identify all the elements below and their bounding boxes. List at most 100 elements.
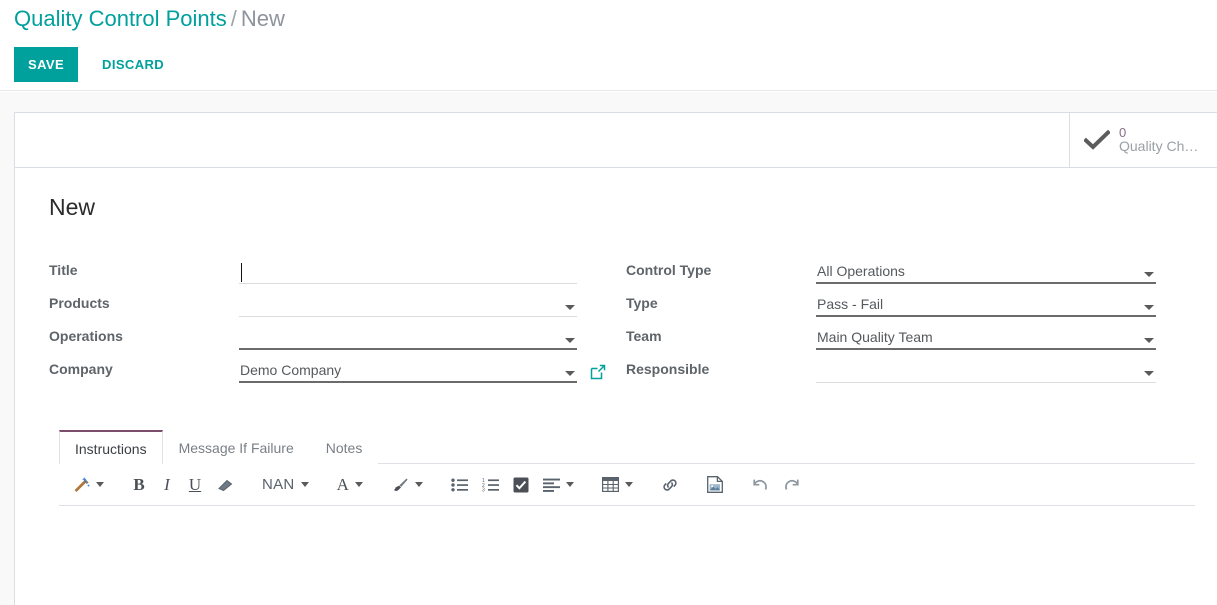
stat-button-quality-checks[interactable]: 0 Quality Ch…	[1069, 113, 1217, 167]
svg-text:3: 3	[482, 487, 485, 491]
chevron-down-icon[interactable]	[1144, 305, 1154, 310]
editor-content-area[interactable]	[59, 506, 1195, 584]
field-control-team: Main Quality Team	[816, 324, 1156, 352]
operations-input[interactable]	[239, 324, 577, 350]
page-title: New	[49, 194, 96, 220]
bold-icon: B	[133, 474, 145, 494]
stat-label: Quality Ch…	[1119, 138, 1199, 155]
team-input[interactable]: Main Quality Team	[816, 324, 1156, 350]
tab-message-if-failure[interactable]: Message If Failure	[162, 430, 310, 464]
breadcrumb-current: New	[240, 6, 285, 31]
form-column-right: Control Type All Operations Type Pass - …	[626, 253, 1195, 385]
chevron-down-icon[interactable]	[565, 305, 575, 310]
field-control-type-value: Pass - Fail	[816, 291, 1156, 319]
odoo-form-view: Quality Control Points / New SAVE DISCARD …	[0, 0, 1217, 605]
discard-button[interactable]: DISCARD	[88, 47, 178, 82]
field-label-type: Type	[626, 295, 658, 311]
company-input[interactable]: Demo Company	[239, 357, 577, 383]
bullet-list-icon	[451, 478, 468, 492]
field-control-operations	[239, 324, 577, 352]
form-grid: Title Products Operations Company Demo C…	[37, 253, 1195, 385]
table-button[interactable]	[596, 470, 639, 500]
italic-button[interactable]: I	[154, 470, 180, 500]
chevron-down-icon[interactable]	[96, 482, 104, 487]
redo-button[interactable]	[777, 470, 807, 500]
align-left-icon	[542, 478, 560, 492]
chevron-down-icon[interactable]	[565, 482, 574, 487]
paint-brush-icon	[391, 477, 409, 493]
chevron-down-icon[interactable]	[1144, 272, 1154, 277]
notebook-tabs: Instructions Message If Failure Notes	[59, 429, 1195, 464]
notebook: Instructions Message If Failure Notes B …	[37, 429, 1195, 584]
underline-button[interactable]: U	[182, 470, 208, 500]
unordered-list-button[interactable]	[445, 470, 474, 500]
stat-value: 0	[1119, 124, 1127, 140]
align-button[interactable]	[537, 470, 580, 500]
numbered-list-icon: 1 2 3	[482, 478, 499, 492]
field-products: Products	[49, 286, 618, 319]
field-control-title	[239, 258, 577, 286]
insert-link-button[interactable]	[655, 470, 685, 500]
field-label-title: Title	[49, 262, 78, 278]
sheet-body: New Title Products Operations Company De…	[15, 168, 1217, 584]
field-operations: Operations	[49, 319, 618, 352]
breadcrumb: Quality Control Points / New	[14, 4, 285, 34]
type-select[interactable]: Pass - Fail	[816, 291, 1156, 317]
undo-icon	[751, 477, 769, 493]
breadcrumb-separator: /	[230, 6, 237, 31]
field-control-type: Control Type All Operations	[626, 253, 1195, 286]
tab-instructions[interactable]: Instructions	[59, 430, 163, 464]
text-cursor	[241, 263, 242, 282]
products-input[interactable]	[239, 291, 577, 317]
save-button[interactable]: SAVE	[14, 47, 79, 82]
field-label-responsible: Responsible	[626, 361, 710, 377]
stat-button-text: 0 Quality Ch…	[1119, 126, 1198, 154]
control-panel: Quality Control Points / New SAVE DISCARD	[0, 0, 1217, 91]
chevron-down-icon[interactable]	[354, 482, 363, 487]
bold-button[interactable]: B	[126, 470, 152, 500]
field-title: Title	[49, 253, 618, 286]
tab-notes[interactable]: Notes	[309, 430, 379, 464]
field-label-team: Team	[626, 328, 662, 344]
chevron-down-icon[interactable]	[565, 338, 575, 343]
undo-button[interactable]	[745, 470, 775, 500]
form-sheet: 0 Quality Ch… New Title Products Operati…	[14, 112, 1217, 605]
chevron-down-icon[interactable]	[565, 371, 575, 376]
control-type-select[interactable]: All Operations	[816, 258, 1156, 284]
chevron-down-icon[interactable]	[1144, 338, 1154, 343]
form-action-buttons: SAVE DISCARD	[14, 47, 178, 82]
html-editor: B I U NAN A 1 2 3	[59, 464, 1195, 584]
field-control-control-type: All Operations	[816, 258, 1156, 286]
field-team: Team Main Quality Team	[626, 319, 1195, 352]
font-size-icon: NAN	[262, 476, 295, 493]
clear-format-button[interactable]	[210, 470, 240, 500]
check-icon	[1084, 130, 1110, 150]
redo-icon	[783, 477, 801, 493]
title-input[interactable]	[239, 258, 577, 284]
external-link-icon[interactable]	[590, 364, 606, 380]
checklist-button[interactable]	[507, 470, 535, 500]
ordered-list-button[interactable]: 1 2 3	[476, 470, 505, 500]
field-control-responsible	[816, 357, 1156, 385]
font-color-icon: A	[336, 474, 349, 494]
editor-toolbar: B I U NAN A 1 2 3	[59, 464, 1195, 506]
stat-button-box: 0 Quality Ch…	[15, 113, 1217, 168]
table-icon	[601, 477, 619, 492]
checkbox-icon	[513, 477, 529, 493]
background-color-button[interactable]	[385, 470, 429, 500]
chevron-down-icon[interactable]	[300, 482, 309, 487]
field-label-company: Company	[49, 361, 113, 377]
field-label-control-type: Control Type	[626, 262, 712, 278]
image-icon	[706, 476, 723, 493]
chevron-down-icon[interactable]	[414, 482, 423, 487]
chevron-down-icon[interactable]	[1144, 371, 1154, 376]
style-magic-wand-button[interactable]	[67, 470, 110, 500]
insert-image-button[interactable]	[701, 470, 729, 500]
responsible-input[interactable]	[816, 357, 1156, 383]
chevron-down-icon[interactable]	[624, 482, 633, 487]
underline-icon: U	[188, 474, 202, 494]
breadcrumb-root-link[interactable]: Quality Control Points	[14, 6, 227, 31]
font-color-button[interactable]: A	[331, 470, 369, 500]
eraser-icon	[216, 478, 234, 492]
font-size-button[interactable]: NAN	[256, 470, 315, 500]
